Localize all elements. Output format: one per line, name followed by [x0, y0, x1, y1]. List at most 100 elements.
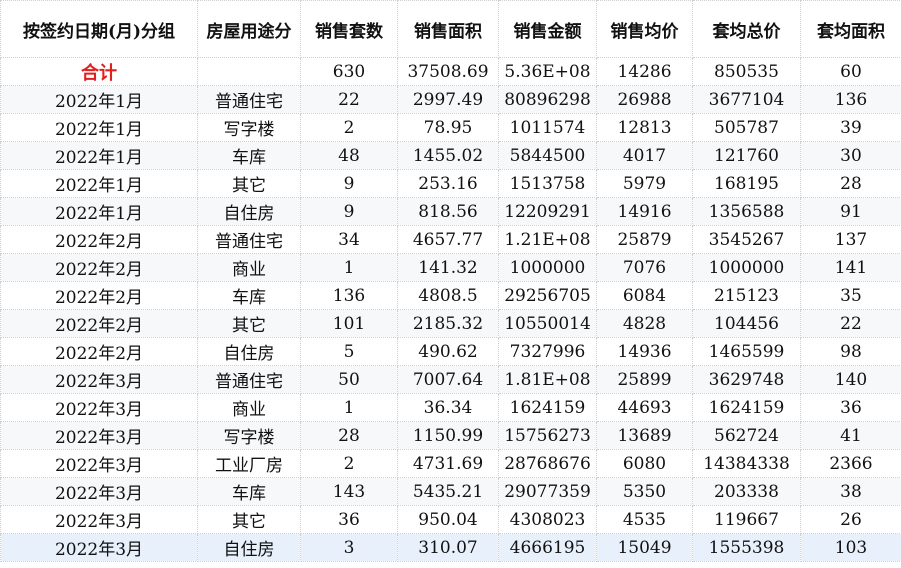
- table-cell[interactable]: 39: [800, 113, 901, 142]
- table-cell[interactable]: 13689: [596, 421, 693, 450]
- table-cell[interactable]: 25879: [596, 225, 693, 254]
- month-cell[interactable]: 2022年2月: [0, 225, 198, 254]
- usage-cell[interactable]: 车库: [197, 141, 301, 170]
- table-cell[interactable]: 7327996: [498, 337, 597, 366]
- table-cell[interactable]: 253.16: [397, 169, 499, 198]
- table-cell[interactable]: 119667: [692, 505, 801, 534]
- table-cell[interactable]: 15756273: [498, 421, 597, 450]
- table-cell[interactable]: 2: [300, 449, 398, 478]
- column-header-units-sold[interactable]: 销售套数: [300, 0, 398, 58]
- table-cell[interactable]: 22: [300, 85, 398, 114]
- table-cell[interactable]: 1455.02: [397, 141, 499, 170]
- table-cell[interactable]: 1624159: [498, 393, 597, 422]
- table-cell[interactable]: 78.95: [397, 113, 499, 142]
- table-cell[interactable]: 7076: [596, 253, 693, 282]
- table-cell[interactable]: 2366: [800, 449, 901, 478]
- table-cell[interactable]: 35: [800, 281, 901, 310]
- table-cell[interactable]: 5: [300, 337, 398, 366]
- table-cell[interactable]: 1000000: [498, 253, 597, 282]
- table-cell[interactable]: 4657.77: [397, 225, 499, 254]
- month-cell[interactable]: 2022年3月: [0, 365, 198, 394]
- table-cell[interactable]: 2185.32: [397, 309, 499, 338]
- table-cell[interactable]: 1: [300, 253, 398, 282]
- table-cell[interactable]: 14916: [596, 197, 693, 226]
- table-cell[interactable]: 104456: [692, 309, 801, 338]
- table-cell[interactable]: 1.81E+08: [498, 365, 597, 394]
- table-cell[interactable]: 136: [300, 281, 398, 310]
- table-cell[interactable]: 38: [800, 477, 901, 506]
- usage-cell[interactable]: 其它: [197, 309, 301, 338]
- table-cell[interactable]: 2: [300, 113, 398, 142]
- table-cell[interactable]: 14286: [596, 57, 693, 86]
- total-label[interactable]: 合计: [0, 57, 198, 86]
- usage-cell[interactable]: 普通住宅: [197, 225, 301, 254]
- table-cell[interactable]: 136: [800, 85, 901, 114]
- table-cell[interactable]: 950.04: [397, 505, 499, 534]
- table-cell[interactable]: 6080: [596, 449, 693, 478]
- month-cell[interactable]: 2022年1月: [0, 169, 198, 198]
- usage-cell[interactable]: 写字楼: [197, 421, 301, 450]
- table-cell[interactable]: 505787: [692, 113, 801, 142]
- table-cell[interactable]: 630: [300, 57, 398, 86]
- table-cell[interactable]: 44693: [596, 393, 693, 422]
- month-cell[interactable]: 2022年1月: [0, 141, 198, 170]
- table-cell[interactable]: 50: [300, 365, 398, 394]
- table-cell[interactable]: 28: [800, 169, 901, 198]
- table-cell[interactable]: 103: [800, 533, 901, 562]
- table-cell[interactable]: 91: [800, 197, 901, 226]
- table-cell[interactable]: 26988: [596, 85, 693, 114]
- table-cell[interactable]: 850535: [692, 57, 801, 86]
- column-header-avg-total[interactable]: 套均总价: [692, 0, 801, 58]
- table-cell[interactable]: 28: [300, 421, 398, 450]
- table-cell[interactable]: 14936: [596, 337, 693, 366]
- table-cell[interactable]: 28768676: [498, 449, 597, 478]
- table-cell[interactable]: 25899: [596, 365, 693, 394]
- table-cell[interactable]: 98: [800, 337, 901, 366]
- table-cell[interactable]: 1150.99: [397, 421, 499, 450]
- table-cell[interactable]: 60: [800, 57, 901, 86]
- table-cell[interactable]: 36: [800, 393, 901, 422]
- usage-cell[interactable]: 写字楼: [197, 113, 301, 142]
- table-cell[interactable]: 4731.69: [397, 449, 499, 478]
- usage-cell[interactable]: 自住房: [197, 533, 301, 562]
- table-cell[interactable]: 14384338: [692, 449, 801, 478]
- table-cell[interactable]: 1465599: [692, 337, 801, 366]
- usage-cell[interactable]: 普通住宅: [197, 85, 301, 114]
- table-cell[interactable]: 101: [300, 309, 398, 338]
- month-cell[interactable]: 2022年1月: [0, 85, 198, 114]
- table-cell[interactable]: 9: [300, 197, 398, 226]
- table-cell[interactable]: 5.36E+08: [498, 57, 597, 86]
- usage-cell[interactable]: 自住房: [197, 337, 301, 366]
- table-cell[interactable]: 818.56: [397, 197, 499, 226]
- table-cell[interactable]: 4666195: [498, 533, 597, 562]
- month-cell[interactable]: 2022年2月: [0, 309, 198, 338]
- usage-cell[interactable]: 普通住宅: [197, 365, 301, 394]
- table-cell[interactable]: 48: [300, 141, 398, 170]
- column-header-avg-area[interactable]: 套均面积: [800, 0, 901, 58]
- month-cell[interactable]: 2022年2月: [0, 337, 198, 366]
- month-cell[interactable]: 2022年3月: [0, 477, 198, 506]
- table-cell[interactable]: 3545267: [692, 225, 801, 254]
- table-cell[interactable]: 1: [300, 393, 398, 422]
- usage-cell[interactable]: 商业: [197, 393, 301, 422]
- table-cell[interactable]: 5979: [596, 169, 693, 198]
- table-cell[interactable]: 4308023: [498, 505, 597, 534]
- table-cell[interactable]: 29077359: [498, 477, 597, 506]
- usage-cell[interactable]: 其它: [197, 505, 301, 534]
- table-cell[interactable]: 36.34: [397, 393, 499, 422]
- month-cell[interactable]: 2022年3月: [0, 449, 198, 478]
- month-cell[interactable]: 2022年1月: [0, 197, 198, 226]
- table-cell[interactable]: 30: [800, 141, 901, 170]
- month-cell[interactable]: 2022年2月: [0, 253, 198, 282]
- table-cell[interactable]: 121760: [692, 141, 801, 170]
- table-cell[interactable]: 12813: [596, 113, 693, 142]
- table-cell[interactable]: 2997.49: [397, 85, 499, 114]
- table-cell[interactable]: 5435.21: [397, 477, 499, 506]
- table-cell[interactable]: 15049: [596, 533, 693, 562]
- table-cell[interactable]: 1000000: [692, 253, 801, 282]
- table-cell[interactable]: 26: [800, 505, 901, 534]
- table-cell[interactable]: 9: [300, 169, 398, 198]
- table-cell[interactable]: 4828: [596, 309, 693, 338]
- table-cell[interactable]: 168195: [692, 169, 801, 198]
- column-header-avg-price[interactable]: 销售均价: [596, 0, 693, 58]
